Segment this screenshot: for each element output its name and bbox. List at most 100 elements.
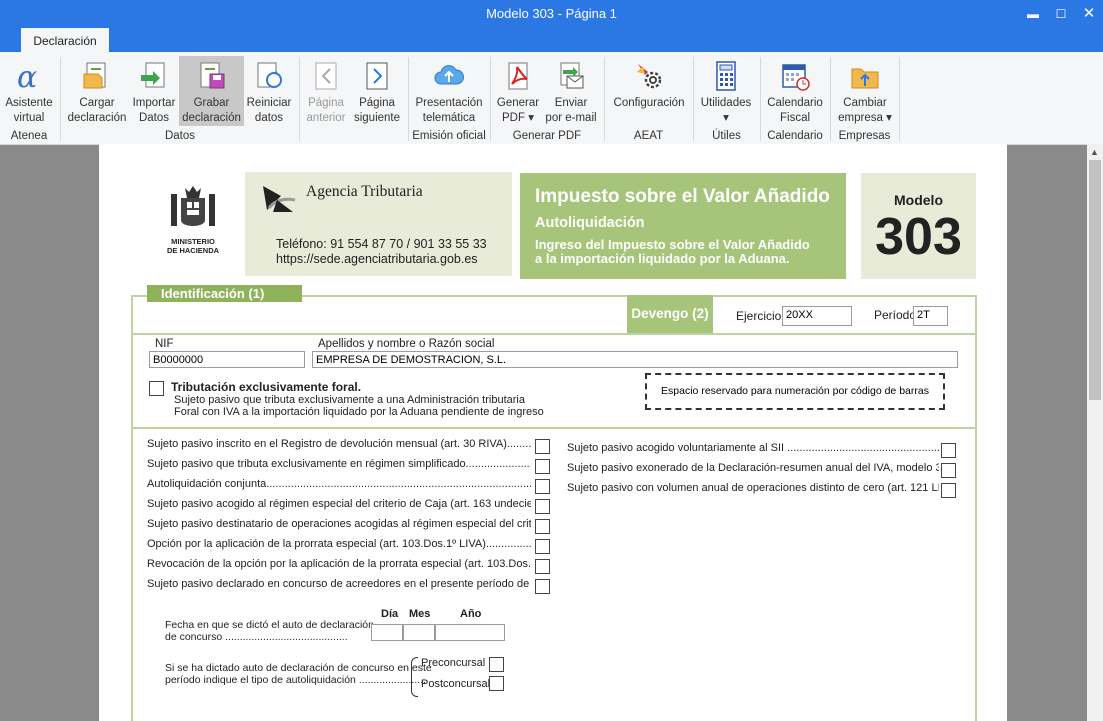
anio-input[interactable] [435,624,505,641]
reset-icon [257,62,282,88]
auto-concurso-line2: período indique el tipo de autoliquidaci… [165,674,426,686]
ministerio-line1: MINISTERIO [171,237,215,246]
coat-of-arms-icon [171,186,215,226]
ejercicio-input[interactable]: 20XX [782,306,852,326]
left-checkbox[interactable] [535,539,550,554]
left-check-label: Autoliquidación conjunta................… [147,478,531,490]
tab-declaracion[interactable]: Declaración [21,28,109,52]
fecha-concurso-line1: Fecha en que se dictó el auto de declara… [165,619,374,631]
modelo-number: 303 [875,208,962,266]
barcode-area: Espacio reservado para numeración por có… [645,373,945,410]
nif-input[interactable]: B0000000 [149,351,305,368]
agencia-tributaria-block: Agencia Tributaria Teléfono: 91 554 87 7… [245,172,512,276]
group-utiles: Útiles [712,130,741,142]
importar-datos-button[interactable]: Importar Datos [130,56,178,126]
ministerio-line2: DE HACIENDA [166,246,220,255]
mes-input[interactable] [403,624,435,641]
ingreso-line1: Ingreso del Impuesto sobre el Valor Añad… [535,237,810,252]
left-check-label: Sujeto pasivo declarado en concurso de a… [147,578,531,590]
postconcursal-checkbox[interactable] [489,676,504,691]
right-check-label: Sujeto pasivo con volumen anual de opera… [567,482,939,494]
left-check-label: Revocación de la opción por la aplicació… [147,558,531,570]
utilidades-button[interactable]: Utilidades ▾ [697,56,755,126]
left-checkbox[interactable] [535,579,550,594]
devengo-header: Devengo (2) [627,295,713,333]
group-emision-oficial: Emisión oficial [412,130,486,142]
right-check-label: Sujeto pasivo exonerado de la Declaració… [567,462,939,474]
periodo-label: Período [874,308,917,322]
autoliquidacion-label: Autoliquidación [535,215,645,231]
cloud-upload-icon [434,65,464,85]
ejercicio-label: Ejercicio [736,309,782,323]
pdf-icon [508,62,528,90]
cargar-declaracion-button[interactable]: Cargar declaración [64,56,130,126]
right-checkbox[interactable] [941,463,956,478]
scroll-up-icon[interactable]: ▲ [1090,147,1099,157]
next-page-icon [366,62,388,90]
maximize-icon[interactable]: ☐ [1047,3,1075,25]
email-icon [560,62,584,89]
save-doc-icon [200,62,224,89]
modelo-label: Modelo [894,192,943,208]
left-checkbox[interactable] [535,559,550,574]
scrollbar-thumb[interactable] [1089,160,1101,400]
razon-social-input[interactable]: EMPRESA DE DEMOSTRACION, S.L. [312,351,958,368]
dia-label: Día [381,608,399,620]
enviar-email-button[interactable]: Enviar por e-mail [543,56,599,126]
svg-text:α: α [17,60,37,92]
generar-pdf-button[interactable]: Generar PDF ▾ [494,56,542,126]
left-check-label: Opción por la aplicación de la prorrata … [147,538,531,550]
reiniciar-datos-button[interactable]: Reiniciar datos [245,56,293,126]
preconcursal-checkbox[interactable] [489,657,504,672]
agencia-name: Agencia Tributaria [306,183,423,200]
anio-label: Año [460,608,482,620]
periodo-input[interactable]: 2T [913,306,948,326]
group-datos: Datos [164,130,196,142]
window-title: Modelo 303 - Página 1 [486,6,617,21]
group-aeat: AEAT [633,130,664,142]
grabar-declaracion-button[interactable]: Grabar declaración [179,56,244,126]
left-checkbox[interactable] [535,519,550,534]
left-checkbox[interactable] [535,459,550,474]
calendar-icon [782,64,810,91]
calendario-fiscal-button[interactable]: Calendario Fiscal [764,56,826,126]
razon-social-label: Apellidos y nombre o Razón social [318,338,495,350]
agencia-logo-icon [263,186,296,212]
ingreso-line2: a la importación liquidado por la Aduana… [535,251,790,266]
right-check-label: Sujeto pasivo acogido voluntariamente al… [567,442,939,454]
group-atenea: Atenea [10,130,48,142]
close-icon[interactable]: ✕ [1075,3,1103,25]
right-checkbox[interactable] [941,443,956,458]
postconcursal-label: Postconcursal [421,678,491,690]
left-checkbox[interactable] [535,439,550,454]
import-icon [141,62,165,88]
left-check-label: Sujeto pasivo acogido al régimen especia… [147,498,531,510]
configuracion-button[interactable]: Configuración [608,56,690,126]
preconcursal-label: Preconcursal [421,657,486,669]
calculator-icon [716,61,736,91]
tab-row: Declaración [0,28,1103,52]
minimize-icon[interactable]: ▬ [1019,3,1047,25]
left-checkbox[interactable] [535,499,550,514]
nif-label: NIF [155,338,174,350]
left-checkbox[interactable] [535,479,550,494]
alpha-icon: α [17,60,37,92]
pagina-anterior-button[interactable]: Página anterior [303,56,349,126]
group-calendario: Calendario [767,130,823,142]
pagina-siguiente-button[interactable]: Página siguiente [351,56,403,126]
identificacion-header: Identificación (1) [147,285,302,302]
load-doc-icon [83,62,106,89]
group-empresas: Empresas [838,130,891,142]
left-check-label: Sujeto pasivo que tributa exclusivamente… [147,458,531,470]
devengo-divider [133,333,975,335]
impuesto-title: Impuesto sobre el Valor Añadido [535,186,830,207]
cambiar-empresa-button[interactable]: Cambiar empresa ▾ [834,56,896,126]
foral-line1: Sujeto pasivo que tributa exclusivamente… [174,394,525,406]
foral-checkbox[interactable] [149,381,164,396]
auto-concurso-line1: Si se ha dictado auto de declaración de … [165,662,432,674]
presentacion-telematica-button[interactable]: Presentación telemática [412,56,486,126]
agencia-telefono: Teléfono: 91 554 87 70 / 901 33 55 33 [276,237,487,251]
asistente-virtual-button[interactable]: α Asistente virtual [2,56,56,126]
right-checkbox[interactable] [941,483,956,498]
dia-input[interactable] [371,624,403,641]
